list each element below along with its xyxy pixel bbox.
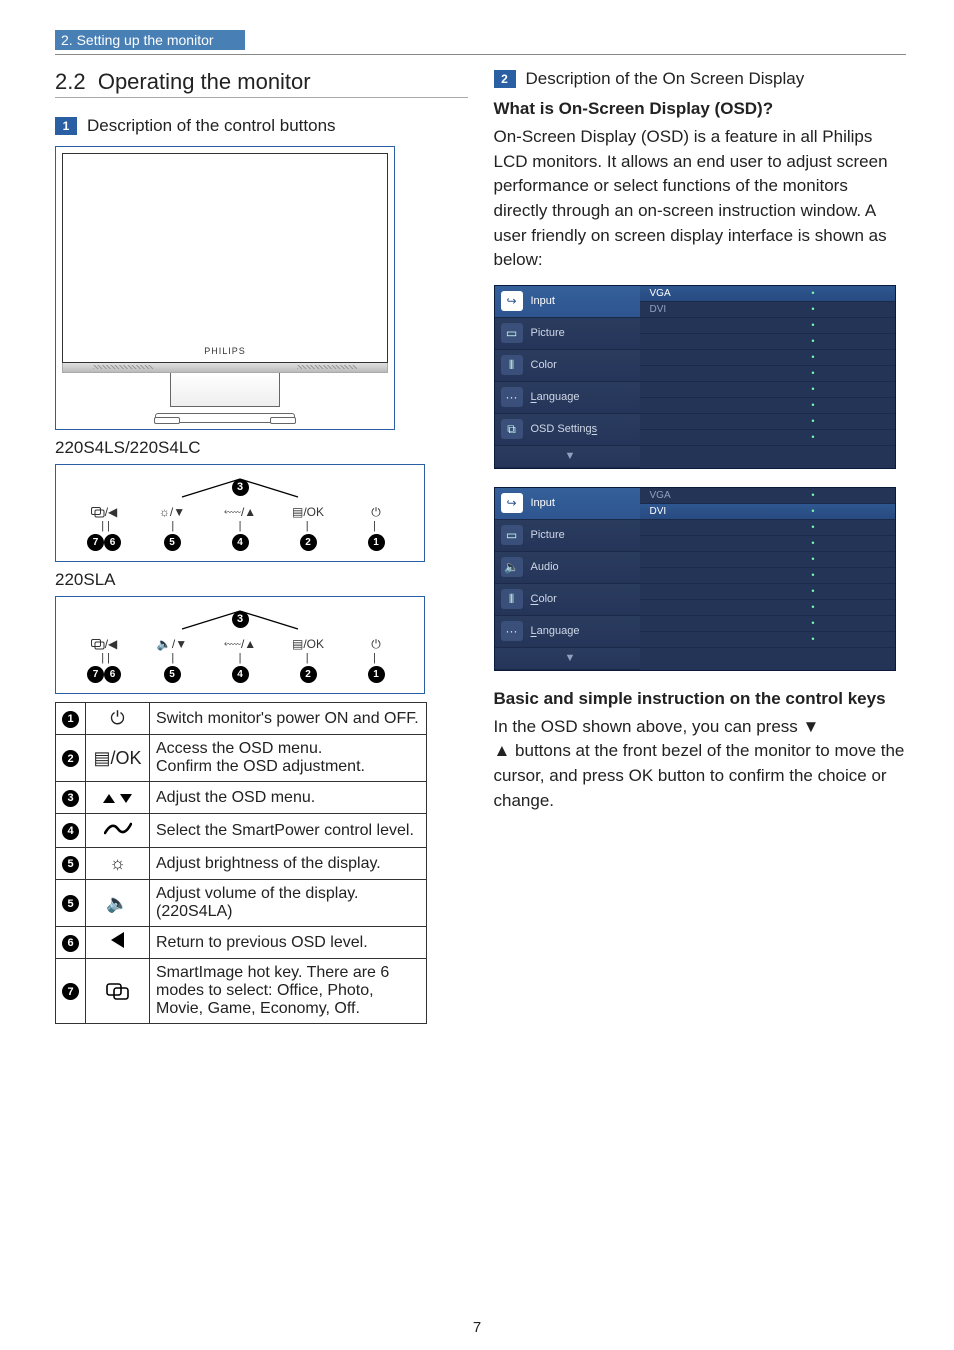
osd-sub-item: • bbox=[640, 366, 895, 382]
osd-question-title: What is On-Screen Display (OSD)? bbox=[494, 99, 907, 119]
osd-menu-label: OSD Settings bbox=[531, 423, 598, 435]
callout-2-icon: 2 bbox=[494, 70, 516, 88]
osd-menu-glyph-icon: ⦀ bbox=[501, 355, 523, 375]
osd-down-arrow-icon: ▼ bbox=[495, 446, 640, 468]
table-row: 1⏻Switch monitor's power ON and OFF. bbox=[56, 703, 427, 735]
osd-sub-item: • bbox=[640, 520, 895, 536]
smartpower-icon bbox=[86, 814, 150, 848]
table-row: 5☼Adjust brightness of the display. bbox=[56, 848, 427, 880]
smartimage-icon bbox=[86, 959, 150, 1024]
osd-menu-glyph-icon: ↪ bbox=[501, 493, 523, 513]
button-panel-b: 3 /◀ 🔈/▼ ⬳/▲ ▤/OK ⏻ | ||||| 76 5 4 2 1 bbox=[55, 596, 425, 694]
model-a-label: 220S4LS/220S4LC bbox=[55, 438, 468, 458]
osd-sub-item: VGA• bbox=[640, 488, 895, 504]
smartimage-icon bbox=[91, 639, 105, 650]
osd-menu-row: ▭ Picture •• bbox=[495, 318, 895, 350]
osd-menu-label: Input bbox=[531, 295, 555, 307]
callout-1-icon: 1 bbox=[55, 117, 77, 135]
subhead-1: 1 Description of the control buttons bbox=[55, 116, 468, 136]
osd-menu-glyph-icon: ··· bbox=[501, 387, 523, 407]
osd-screenshot-1: ↪InputVGA•DVI•▭Picture••⦀Color••···Langu… bbox=[494, 285, 896, 469]
smartimage-icon bbox=[91, 507, 105, 518]
osd-menu-label: Color bbox=[531, 359, 557, 371]
button-description-table: 1⏻Switch monitor's power ON and OFF. 2▤/… bbox=[55, 702, 427, 1024]
osd-down-arrow-icon: ▼ bbox=[495, 648, 640, 670]
monitor-brand: PHILIPS bbox=[204, 346, 246, 356]
osd-sub-item: • bbox=[640, 398, 895, 414]
osd-sub-item: • bbox=[640, 616, 895, 632]
subhead-1-text: Description of the control buttons bbox=[87, 116, 336, 136]
model-b-label: 220SLA bbox=[55, 570, 468, 590]
osd-sub-item: • bbox=[640, 430, 895, 446]
arc-icon bbox=[180, 609, 300, 631]
brightness-icon: ☼ bbox=[86, 848, 150, 880]
osd-menu-row: ⦀ Color •• bbox=[495, 350, 895, 382]
up-down-icon bbox=[86, 782, 150, 814]
table-row: 2▤/OKAccess the OSD menu. Confirm the OS… bbox=[56, 735, 427, 782]
osd-sub-item: • bbox=[640, 414, 895, 430]
left-column: 2.2 Operating the monitor 1 Description … bbox=[55, 63, 468, 1024]
osd-menu-glyph-icon: 🔈 bbox=[501, 557, 523, 577]
osd-sub-item: • bbox=[640, 350, 895, 366]
osd-menu-label: Picture bbox=[531, 327, 565, 339]
table-row: 4Select the SmartPower control level. bbox=[56, 814, 427, 848]
button-panel-a: 3 /◀ ☼/▼ ⬳/▲ ▤/OK ⏻ | ||||| 76 5 4 2 1 bbox=[55, 464, 425, 562]
osd-sub-item: • bbox=[640, 318, 895, 334]
basic-instruction-title: Basic and simple instruction on the cont… bbox=[494, 689, 907, 709]
osd-sub-item: • bbox=[640, 552, 895, 568]
menu-ok-icon: ▤/OK bbox=[86, 735, 150, 782]
osd-sub-item: • bbox=[640, 568, 895, 584]
osd-menu-glyph-icon: ⦀ bbox=[501, 589, 523, 609]
osd-menu-row: ↪ Input VGA•DVI• bbox=[495, 286, 895, 318]
volume-icon: 🔈 bbox=[86, 880, 150, 927]
osd-menu-label: Input bbox=[531, 497, 555, 509]
osd-menu-glyph-icon: ▭ bbox=[501, 323, 523, 343]
osd-sub-item: • bbox=[640, 632, 895, 648]
osd-screenshot-2: ↪InputVGA•DVI•▭Picture••🔈Audio••⦀Color••… bbox=[494, 487, 896, 671]
osd-menu-row: ▭ Picture •• bbox=[495, 520, 895, 552]
table-row: 3 Adjust the OSD menu. bbox=[56, 782, 427, 814]
osd-menu-row: 🔈 Audio •• bbox=[495, 552, 895, 584]
osd-menu-row: ⦀ Color •• bbox=[495, 584, 895, 616]
osd-menu-glyph-icon: ··· bbox=[501, 621, 523, 641]
table-row: 7SmartImage hot key. There are 6 modes t… bbox=[56, 959, 427, 1024]
osd-sub-item: • bbox=[640, 600, 895, 616]
right-column: 2 Description of the On Screen Display W… bbox=[494, 63, 907, 1024]
power-icon: ⏻ bbox=[86, 703, 150, 735]
osd-sub-item: VGA• bbox=[640, 286, 895, 302]
osd-menu-label: Language bbox=[531, 391, 580, 403]
osd-menu-row: ··· Language •• bbox=[495, 616, 895, 648]
osd-sub-item: • bbox=[640, 334, 895, 350]
osd-sub-item: DVI• bbox=[640, 302, 895, 318]
osd-menu-label: Audio bbox=[531, 561, 559, 573]
table-row: 6Return to previous OSD level. bbox=[56, 927, 427, 959]
osd-sub-item: • bbox=[640, 536, 895, 552]
osd-menu-row: ⧉ OSD Settings •• bbox=[495, 414, 895, 446]
page-number: 7 bbox=[473, 1319, 481, 1336]
osd-sub-item: • bbox=[640, 382, 895, 398]
table-row: 5🔈Adjust volume of the display. (220S4LA… bbox=[56, 880, 427, 927]
osd-menu-glyph-icon: ▭ bbox=[501, 525, 523, 545]
osd-menu-label: Picture bbox=[531, 529, 565, 541]
osd-menu-label: Language bbox=[531, 625, 580, 637]
osd-menu-row: ··· Language •• bbox=[495, 382, 895, 414]
osd-menu-glyph-icon: ⧉ bbox=[501, 419, 523, 439]
subhead-2-text: Description of the On Screen Display bbox=[526, 69, 805, 89]
header-rule bbox=[55, 54, 906, 55]
basic-instruction-para: In the OSD shown above, you can press ▼ … bbox=[494, 715, 907, 814]
osd-menu-row: ↪ Input VGA•DVI• bbox=[495, 488, 895, 520]
back-icon bbox=[86, 927, 150, 959]
osd-question-para: On-Screen Display (OSD) is a feature in … bbox=[494, 125, 907, 273]
osd-sub-item: DVI• bbox=[640, 504, 895, 520]
section-title: 2.2 Operating the monitor bbox=[55, 69, 468, 98]
osd-menu-glyph-icon: ↪ bbox=[501, 291, 523, 311]
arc-icon bbox=[180, 477, 300, 499]
breadcrumb: 2. Setting up the monitor bbox=[55, 30, 245, 50]
subhead-2: 2 Description of the On Screen Display bbox=[494, 69, 907, 89]
osd-sub-item: • bbox=[640, 584, 895, 600]
osd-menu-label: Color bbox=[531, 593, 557, 605]
monitor-illustration: PHILIPS bbox=[55, 146, 395, 430]
